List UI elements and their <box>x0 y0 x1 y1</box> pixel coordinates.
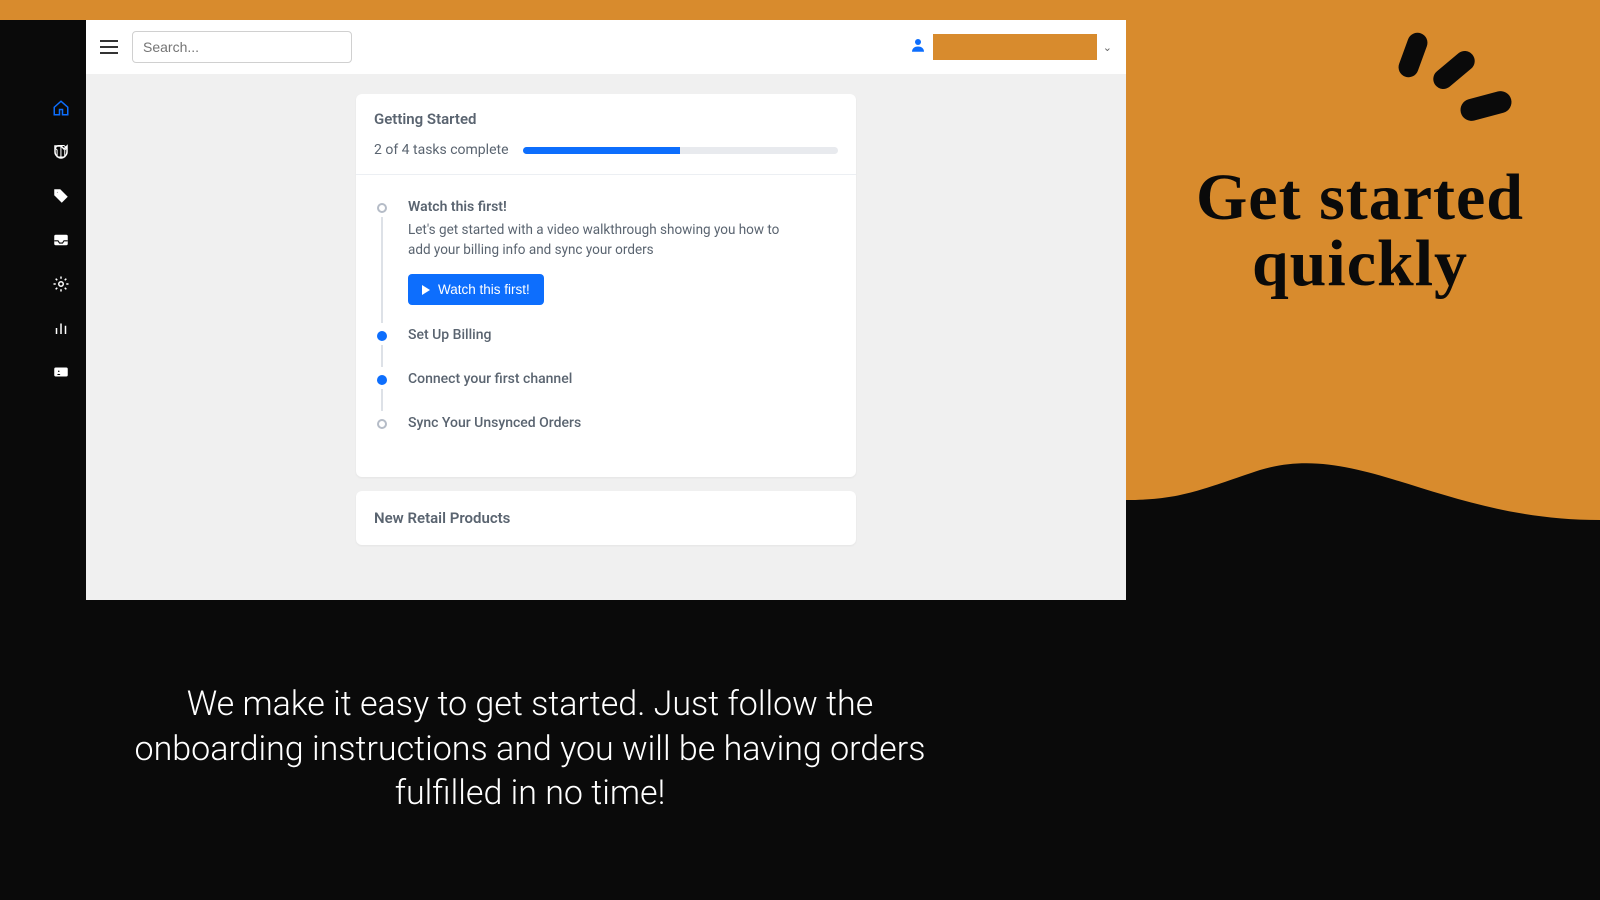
task-title: Sync Your Unsynced Orders <box>408 415 844 431</box>
task-setup-billing[interactable]: Set Up Billing <box>374 327 844 371</box>
sidebar-products-icon[interactable] <box>51 142 71 162</box>
task-title: Connect your first channel <box>408 371 844 387</box>
promo-caption: We make it easy to get started. Just fol… <box>130 682 930 815</box>
search-input[interactable] <box>132 31 352 63</box>
play-icon <box>422 285 430 295</box>
sidebar-home-icon[interactable] <box>51 98 71 118</box>
getting-started-card: Getting Started 2 of 4 tasks complete <box>356 94 856 477</box>
promo-heading: Get started quickly <box>1160 165 1560 297</box>
task-watch-first[interactable]: Watch this first! Let's get started with… <box>374 199 844 327</box>
content-area: Getting Started 2 of 4 tasks complete <box>86 74 1126 600</box>
task-status-icon <box>377 375 387 385</box>
task-title: Watch this first! <box>408 199 844 215</box>
task-status-icon <box>377 419 387 429</box>
sidebar-settings-icon[interactable] <box>51 274 71 294</box>
menu-toggle-icon[interactable] <box>100 40 118 54</box>
user-name-badge <box>933 34 1097 60</box>
task-list: Watch this first! Let's get started with… <box>356 175 856 477</box>
progress-text: 2 of 4 tasks complete <box>374 142 509 158</box>
progress-row: 2 of 4 tasks complete <box>356 136 856 175</box>
main-area: ⌄ Getting Started 2 of 4 tasks complete <box>86 20 1126 600</box>
progress-bar <box>523 147 838 154</box>
progress-fill <box>523 147 681 154</box>
sidebar-tags-icon[interactable] <box>51 186 71 206</box>
topbar: ⌄ <box>86 20 1126 74</box>
user-icon <box>909 36 927 58</box>
task-sync-orders[interactable]: Sync Your Unsynced Orders <box>374 415 844 437</box>
watch-button-label: Watch this first! <box>438 282 530 297</box>
card-title: Getting Started <box>374 110 838 128</box>
dashboard-window: ⌄ Getting Started 2 of 4 tasks complete <box>36 20 1126 600</box>
new-retail-products-card: New Retail Products <box>356 491 856 545</box>
card-title: New Retail Products <box>374 509 838 527</box>
task-status-icon <box>377 203 387 213</box>
sidebar-inbox-icon[interactable] <box>51 230 71 250</box>
chevron-down-icon: ⌄ <box>1103 41 1112 54</box>
sidebar-idcard-icon[interactable] <box>51 362 71 382</box>
sidebar-analytics-icon[interactable] <box>51 318 71 338</box>
task-description: Let's get started with a video walkthrou… <box>408 221 788 260</box>
watch-first-button[interactable]: Watch this first! <box>408 274 544 305</box>
task-status-icon <box>377 331 387 341</box>
task-title: Set Up Billing <box>408 327 844 343</box>
sidebar <box>36 20 86 600</box>
task-connect-channel[interactable]: Connect your first channel <box>374 371 844 415</box>
user-menu[interactable]: ⌄ <box>909 34 1112 60</box>
